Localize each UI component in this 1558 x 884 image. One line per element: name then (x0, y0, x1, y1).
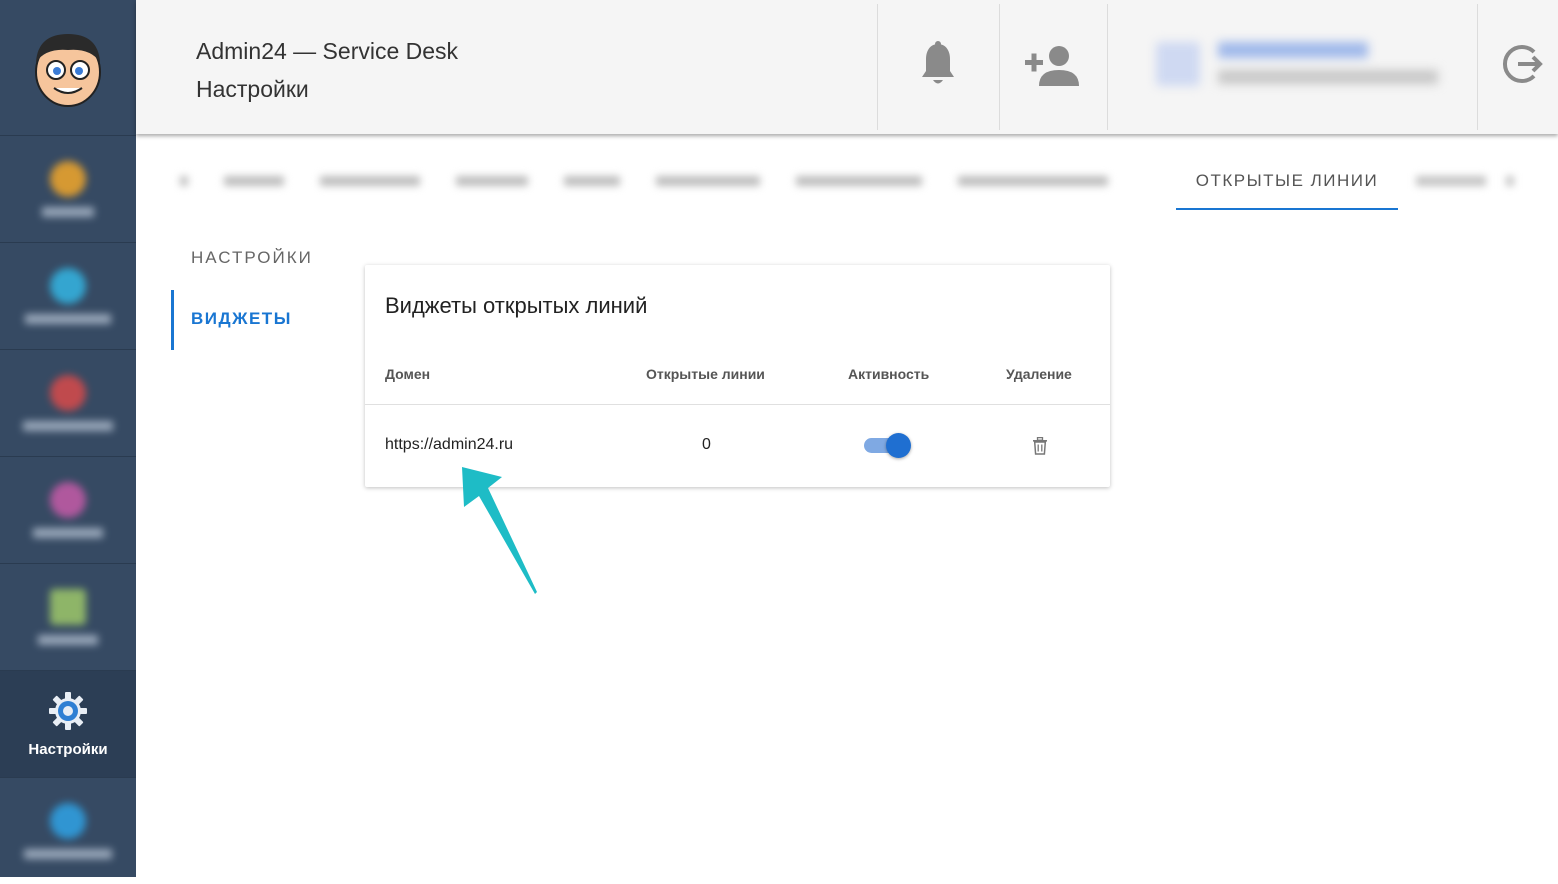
tabs-blurred (1416, 176, 1526, 186)
logout-button[interactable] (1500, 42, 1544, 91)
user-profile-blurred[interactable] (1136, 28, 1456, 104)
sidebar-item-blurred (38, 589, 98, 645)
app-title: Admin24 — Service Desk (196, 38, 459, 64)
sidebar-item-settings[interactable]: Настройки (0, 671, 136, 778)
logo-avatar[interactable] (0, 0, 136, 136)
toggle-knob (886, 433, 911, 458)
domain-cell[interactable]: https://admin24.ru (385, 436, 513, 454)
sidebar-item-1[interactable] (0, 136, 136, 243)
sidebar-item-blurred (24, 803, 112, 859)
header-divider (877, 4, 878, 130)
trash-icon (1033, 436, 1047, 455)
add-user-button[interactable] (1023, 44, 1081, 93)
sidebar-item-blurred (23, 375, 113, 431)
sidebar-item-3[interactable] (0, 350, 136, 457)
delete-button[interactable] (1032, 436, 1048, 460)
activity-toggle[interactable] (864, 433, 911, 458)
menu-active-indicator (171, 290, 174, 350)
column-header-activity: Активность (848, 366, 930, 382)
logout-icon (1502, 45, 1543, 83)
avatar (1156, 42, 1200, 86)
header-divider (1107, 4, 1108, 130)
tabs-blurred (170, 162, 1170, 200)
annotation-arrow-icon (462, 467, 537, 594)
user-org-blurred (1218, 70, 1438, 84)
menu-item-widgets[interactable]: ВИДЖЕТЫ (191, 309, 292, 329)
open-lines-count: 0 (702, 436, 711, 453)
user-name-blurred (1218, 42, 1368, 58)
sidebar-item-7[interactable] (0, 778, 136, 884)
bell-icon (922, 41, 954, 84)
menu-item-settings[interactable]: НАСТРОЙКИ (191, 248, 313, 268)
card-title: Виджеты открытых линий (385, 293, 648, 318)
sidebar-item-blurred (25, 268, 111, 324)
header-divider (999, 4, 1000, 130)
settings-tabs: ОТКРЫТЫЕ ЛИНИИ (170, 156, 1540, 212)
sidebar-item-blurred (33, 482, 103, 538)
cartoon-face-icon (35, 33, 101, 107)
page-title: Настройки (196, 76, 309, 102)
notifications-button[interactable] (920, 40, 956, 95)
column-header-domain: Домен (385, 366, 431, 382)
widgets-card: Виджеты открытых линий Домен Открытые ли… (365, 265, 1110, 487)
add-user-icon (1025, 46, 1079, 86)
header-title-block: Admin24 — Service Desk Настройки (196, 32, 458, 108)
gear-icon (49, 691, 87, 730)
table-divider (365, 404, 1110, 405)
sidebar-item-label: Настройки (28, 740, 108, 758)
sidebar-item-2[interactable] (0, 243, 136, 350)
sidebar: Настройки (0, 0, 136, 877)
sidebar-item-5[interactable] (0, 564, 136, 671)
sidebar-item-blurred (42, 161, 94, 217)
header-divider (1477, 4, 1478, 130)
tab-open-lines[interactable]: ОТКРЫТЫЕ ЛИНИИ (1176, 156, 1398, 210)
sidebar-item-4[interactable] (0, 457, 136, 564)
column-header-delete: Удаление (1006, 366, 1072, 382)
column-header-open-lines: Открытые линии (646, 366, 765, 382)
top-header: Admin24 — Service Desk Настройки (136, 0, 1558, 134)
